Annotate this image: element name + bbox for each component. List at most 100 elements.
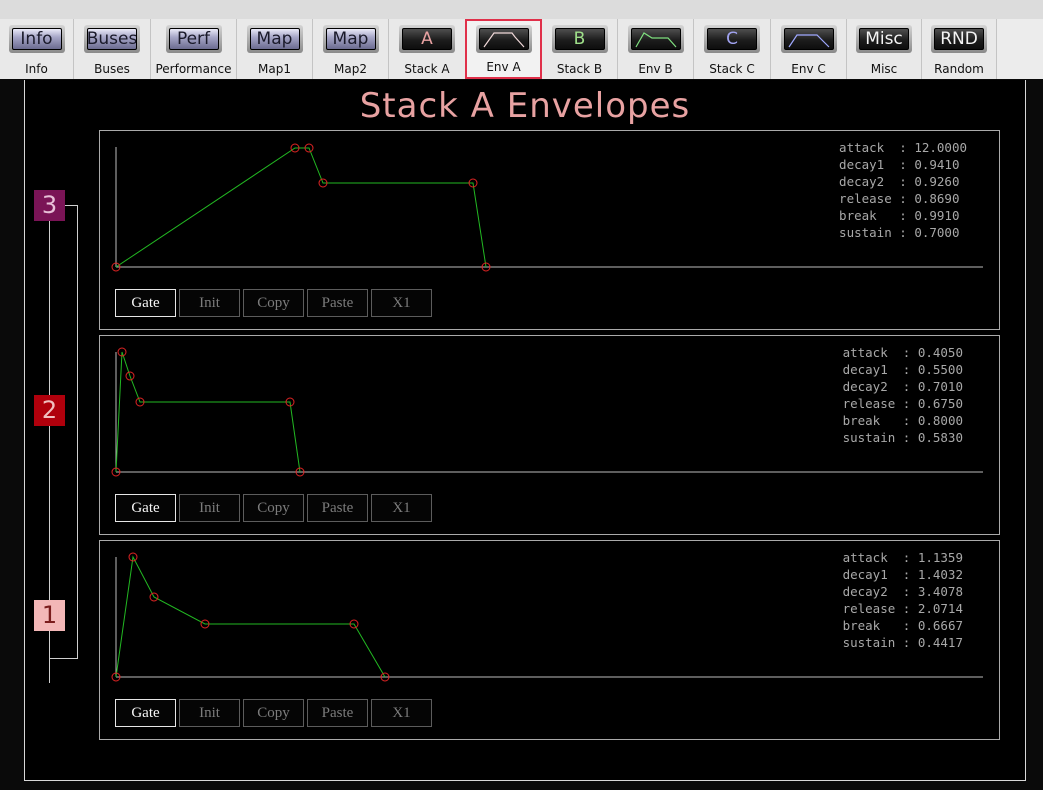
param-value: 0.5830 [917,430,963,445]
envelope-panel-layer-3: attack : 12.0000 decay1 : 0.9410 decay2 … [99,130,1000,330]
tab-bar: Info Info Buses Buses Perf Performance M… [0,19,1043,79]
param-value: 0.7000 [914,225,960,240]
param-row: sustain : 0.4417 [842,635,963,650]
param-value: 0.9260 [914,174,960,189]
stack-b-button-text: B [573,28,586,49]
param-row: release : 2.0714 [842,601,963,616]
copy-button[interactable]: Copy [243,699,304,727]
tab-label: Map2 [334,62,367,76]
info-button[interactable]: Info [8,25,65,53]
x1-button[interactable]: X1 [371,699,432,727]
tab-env-b[interactable]: Env B [618,19,694,79]
init-button[interactable]: Init [179,699,240,727]
param-row: break : 0.8000 [842,413,963,428]
page-title: Stack A Envelopes [359,86,691,126]
tab-stack-c[interactable]: C Stack C [694,19,771,79]
tab-label: Env B [638,62,673,76]
tab-label: Stack C [709,62,755,76]
x1-button[interactable]: X1 [371,289,432,317]
tab-label: Misc [870,62,898,76]
param-name: break [839,208,877,223]
param-name: decay1 [839,157,885,172]
map1-button[interactable]: Map [246,25,303,53]
layer-select-1[interactable]: 1 [34,600,65,631]
perf-button[interactable]: Perf [165,25,222,53]
env-c-button[interactable] [780,25,837,53]
tab-misc[interactable]: Misc Misc [847,19,922,79]
param-row: sustain : 0.7000 [839,225,960,240]
param-name: attack [839,140,885,155]
param-row: release : 0.6750 [842,396,963,411]
map2-button-text: Map [332,28,369,49]
param-value: 0.9410 [914,157,960,172]
tab-label: Info [25,62,48,76]
map2-button[interactable]: Map [322,25,379,53]
envelope-icon [788,34,829,48]
param-name: decay1 [842,567,888,582]
stack-b-button[interactable]: B [551,25,608,53]
param-value: 0.9910 [914,208,960,223]
param-value: 0.8690 [914,191,960,206]
env-a-button[interactable] [475,25,532,53]
envelope-panel-layer-1: attack : 1.1359 decay1 : 1.4032 decay2 :… [99,540,1000,740]
tab-stack-b[interactable]: B Stack B [542,19,618,79]
envelope-icon [483,32,524,48]
info-button-text: Info [20,28,53,49]
param-name: break [842,413,881,428]
window-top-strip [0,0,1043,20]
envelope-parameters: attack : 1.1359 decay1 : 1.4032 decay2 :… [843,549,963,651]
env-b-button[interactable] [627,25,684,53]
paste-button[interactable]: Paste [307,494,368,522]
param-row: break : 0.9910 [839,208,960,223]
tab-bar-filler [997,19,1043,79]
param-value: 0.8000 [917,413,963,428]
gate-button[interactable]: Gate [115,699,176,727]
paste-button[interactable]: Paste [307,699,368,727]
buses-button[interactable]: Buses [84,25,140,53]
x1-button[interactable]: X1 [371,494,432,522]
param-value: 1.4032 [917,567,963,582]
param-name: attack [842,345,888,360]
stack-c-button[interactable]: C [704,25,760,53]
param-name: release [839,191,892,206]
tab-label: Env A [486,60,521,74]
layer-select-2[interactable]: 2 [34,395,65,426]
param-name: break [842,618,881,633]
envelope-icon [634,32,676,48]
stack-a-button[interactable]: A [399,25,455,53]
layer-bracket-line [49,658,78,659]
tab-random[interactable]: RND Random [922,19,997,79]
param-row: release : 0.8690 [839,191,960,206]
init-button[interactable]: Init [179,289,240,317]
random-button[interactable]: RND [931,25,987,53]
tab-stack-a[interactable]: A Stack A [389,19,466,79]
envelope-curve [115,351,301,473]
tab-map1[interactable]: Map Map1 [237,19,313,79]
tab-performance[interactable]: Perf Performance [151,19,237,79]
tab-label: Stack B [556,62,603,76]
tab-env-a[interactable]: Env A [465,19,542,79]
tab-map2[interactable]: Map Map2 [313,19,389,79]
paste-button[interactable]: Paste [307,289,368,317]
param-name: release [842,601,896,616]
tab-label: Map1 [258,62,291,76]
param-value: 0.5500 [917,362,963,377]
layer-select-3[interactable]: 3 [34,190,65,221]
copy-button[interactable]: Copy [243,289,304,317]
param-row: attack : 12.0000 [839,140,967,155]
tab-env-c[interactable]: Env C [771,19,847,79]
gate-button[interactable]: Gate [115,494,176,522]
tab-info[interactable]: Info Info [0,19,74,79]
init-button[interactable]: Init [179,494,240,522]
copy-button[interactable]: Copy [243,494,304,522]
param-value: 0.4417 [917,635,963,650]
stack-a-button-text: A [421,28,433,49]
param-row: attack : 0.4050 [842,345,963,360]
param-name: attack [842,550,888,565]
misc-button[interactable]: Misc [856,25,912,53]
param-row: decay2 : 3.4078 [842,584,963,599]
param-value: 1.1359 [917,550,963,565]
param-row: sustain : 0.5830 [842,430,963,445]
gate-button[interactable]: Gate [115,289,176,317]
tab-buses[interactable]: Buses Buses [74,19,151,79]
